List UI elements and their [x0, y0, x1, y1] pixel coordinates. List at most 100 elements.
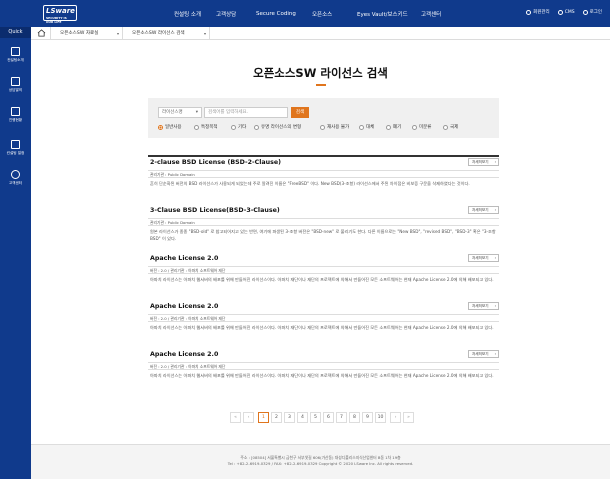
radio-other[interactable]: 기타: [231, 124, 246, 130]
last-page-button[interactable]: »: [403, 412, 414, 423]
nav-eyes-vault[interactable]: Eyes Vault/보스키드: [357, 10, 408, 18]
chevron-down-icon: ▾: [203, 31, 206, 36]
radio-deprecated[interactable]: 폐기: [386, 124, 401, 130]
cms-link[interactable]: CMS: [557, 9, 575, 15]
radio-general[interactable]: 일반사용: [158, 124, 182, 130]
radio-variant[interactable]: 유명 라이선스의 변형: [254, 124, 301, 130]
nav-customer-center[interactable]: 고객센터: [421, 10, 441, 18]
results-divider: [148, 155, 499, 157]
detail-button[interactable]: 자세히보기 ›: [468, 158, 499, 166]
quick-item-consulting[interactable]: 컨설팅소개: [0, 47, 31, 63]
login-link[interactable]: 로그인: [582, 9, 602, 15]
monitor-icon: [11, 47, 20, 56]
chevron-right-icon: ›: [494, 304, 496, 308]
page-5[interactable]: 5: [310, 412, 321, 423]
page-7[interactable]: 7: [336, 412, 347, 423]
license-description: 아파치 라이선스는 아파치 웹서버의 배포를 위해 만들어진 라이선스이다. 아…: [150, 373, 494, 378]
search-type-select[interactable]: 라이선스명 ▾: [158, 107, 202, 118]
license-meta: 버전 : 2.0 / 관리기관 : 아파치 소프트웨어 재단: [148, 314, 499, 322]
license-item: 3-Clause BSD License(BSD-3-Clause) 자세히보기…: [148, 206, 499, 242]
chevron-right-icon: ›: [494, 208, 496, 212]
license-item: Apache License 2.0 자세히보기 › 버전 : 2.0 / 관리기…: [148, 254, 499, 284]
main-content: 오픈소스SW 라이선스 검색 라이선스명 ▾ 검색어를 입력하세요. 검색 일반…: [31, 40, 610, 444]
quick-item-progress[interactable]: 진행현황: [0, 107, 31, 123]
radio-unclassified[interactable]: 미분류: [412, 124, 431, 130]
lsware-logo[interactable]: LSware SECURITY IS OUR LIFE: [43, 5, 77, 24]
search-button[interactable]: 검색: [291, 107, 309, 118]
page-2[interactable]: 2: [271, 412, 282, 423]
license-name: Apache License 2.0: [150, 303, 219, 310]
page-title: 오픈소스SW 라이선스 검색: [253, 66, 388, 80]
footer: 주소 : [08504] 서울특별시 금천구 서부샛길 606(가산동) 대성디…: [31, 444, 610, 479]
chevron-right-icon: ›: [494, 256, 496, 260]
page-9[interactable]: 9: [362, 412, 373, 423]
chevron-right-icon: ›: [494, 160, 496, 164]
license-meta: 버전 : 2.0 / 관리기관 : 아파치 소프트웨어 재단: [148, 362, 499, 370]
calendar-icon: [11, 77, 20, 86]
license-name: Apache License 2.0: [150, 351, 219, 358]
search-input[interactable]: 검색어를 입력하세요.: [204, 107, 288, 118]
radio-specific[interactable]: 특정목적: [194, 124, 218, 130]
radio-replaced[interactable]: 대체: [359, 124, 374, 130]
prev-page-button[interactable]: ‹: [243, 412, 254, 423]
footer-copyright: Tel : +82-2-6919-0329 / FAX: +82-2-6919-…: [227, 461, 414, 466]
first-page-button[interactable]: «: [230, 412, 241, 423]
breadcrumb-level1[interactable]: 오픈소스SW 자료실 ▾: [50, 27, 122, 40]
person-icon: [526, 9, 532, 15]
breadcrumb: 오픈소스SW 자료실 ▾ 오픈소스SW 라이선스 검색 ▾: [31, 27, 610, 40]
page-8[interactable]: 8: [349, 412, 360, 423]
quick-label: Quick: [0, 27, 31, 38]
title-underline: [316, 84, 326, 86]
license-meta: 관리기관 : Public Domain: [148, 218, 499, 226]
license-meta: 버전 : 2.0 / 관리기관 : 아파치 소프트웨어 재단: [148, 266, 499, 274]
logo-subtext: SECURITY IS OUR LIFE: [46, 16, 67, 24]
page-3[interactable]: 3: [284, 412, 295, 423]
license-item: 2-clause BSD License (BSD-2-Clause) 자세히보…: [148, 158, 499, 188]
quick-sidebar: Quick 컨설팅소개 상담발의 진행현황 컨설팅 일정 고객센터: [0, 27, 31, 479]
breadcrumb-level2[interactable]: 오픈소스SW 라이선스 검색 ▾: [122, 27, 210, 40]
license-item: Apache License 2.0 자세히보기 › 버전 : 2.0 / 관리기…: [148, 302, 499, 332]
quick-item-request[interactable]: 상담발의: [0, 77, 31, 93]
license-name: Apache License 2.0: [150, 255, 219, 262]
detail-button[interactable]: 자세히보기 ›: [468, 254, 499, 262]
license-description: 원본 라이선스가 종종 "BSD-old" 로 참고되어지고 있는 반면, 여기…: [150, 229, 496, 241]
license-meta: 관리기관 : Public Domain: [148, 170, 499, 178]
license-description: 아파치 라이선스는 아파치 웹서버의 배포를 위해 만들어진 라이선스이다. 아…: [150, 325, 494, 330]
quick-item-schedule[interactable]: 컨설팅 일정: [0, 140, 31, 156]
license-description: 흔히 단순화된 버전의 BSD 라이선스가 사용되게 되었는데 주로 알려진 이…: [150, 181, 470, 186]
nav-secure-coding[interactable]: Secure Coding: [256, 11, 296, 17]
page-10[interactable]: 10: [375, 412, 386, 423]
chevron-right-icon: ›: [494, 352, 496, 356]
top-navigation-bar: LSware SECURITY IS OUR LIFE 컨설팅 소개 고객상담 …: [0, 0, 610, 27]
headset-icon: [11, 170, 20, 179]
page-1[interactable]: 1: [258, 412, 269, 423]
lock-icon: [582, 9, 588, 15]
home-icon[interactable]: [37, 29, 46, 37]
license-item: Apache License 2.0 자세히보기 › 버전 : 2.0 / 관리기…: [148, 350, 499, 380]
member-link[interactable]: 회원관리: [526, 9, 550, 15]
chevron-down-icon: ▾: [195, 110, 198, 115]
radio-no-reuse[interactable]: 재사용 불가: [320, 124, 349, 130]
quick-item-support[interactable]: 고객센터: [0, 170, 31, 186]
logo-text: LSware: [46, 7, 75, 15]
utility-menu: 회원관리 CMS 로그인: [526, 9, 602, 15]
search-panel: 라이선스명 ▾ 검색어를 입력하세요. 검색 일반사용 특정목적 기타 유명 라…: [148, 98, 499, 138]
page-4[interactable]: 4: [297, 412, 308, 423]
detail-button[interactable]: 자세히보기 ›: [468, 206, 499, 214]
category-radio-group: 일반사용 특정목적 기타 유명 라이선스의 변형 재사용 불가 대체 폐기 미분…: [158, 124, 498, 132]
radio-international[interactable]: 국제: [443, 124, 458, 130]
license-name: 3-Clause BSD License(BSD-3-Clause): [150, 207, 280, 214]
nav-consultation[interactable]: 고객상담: [216, 10, 236, 18]
detail-button[interactable]: 자세히보기 ›: [468, 350, 499, 358]
chevron-down-icon: ▾: [116, 31, 119, 36]
nav-opensource[interactable]: 오픈소스: [312, 10, 332, 18]
page-6[interactable]: 6: [323, 412, 334, 423]
nav-consulting[interactable]: 컨설팅 소개: [174, 10, 201, 18]
license-name: 2-clause BSD License (BSD-2-Clause): [150, 159, 282, 166]
calendar-check-icon: [11, 140, 20, 149]
license-description: 아파치 라이선스는 아파치 웹서버의 배포를 위해 만들어진 라이선스이다. 아…: [150, 277, 494, 282]
person-card-icon: [11, 107, 20, 116]
gear-icon: [557, 9, 563, 15]
next-page-button[interactable]: ›: [390, 412, 401, 423]
detail-button[interactable]: 자세히보기 ›: [468, 302, 499, 310]
